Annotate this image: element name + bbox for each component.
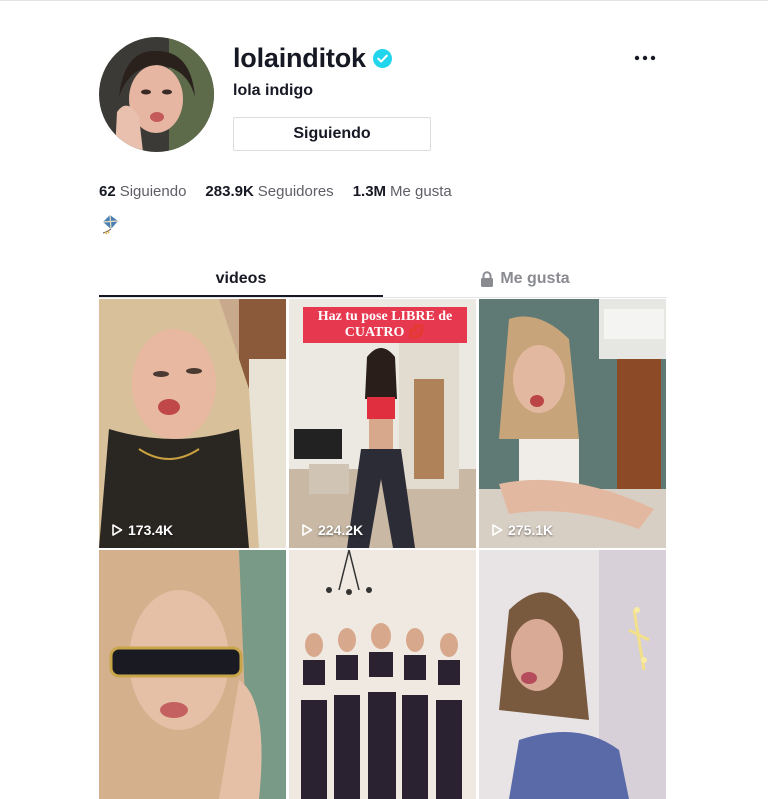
tabs-divider: [99, 297, 667, 298]
video-card[interactable]: [289, 550, 476, 799]
view-count-value: 275.1K: [508, 522, 554, 538]
tab-liked[interactable]: Me gusta: [383, 262, 667, 296]
video-thumbnail: [479, 550, 666, 799]
video-grid: 173.4K Haz tu pose LIBRE de CUATRO 💋 224…: [99, 299, 668, 799]
likes-count: 1.3M Me gusta: [353, 183, 452, 200]
username-row: lolainditok: [233, 40, 392, 76]
lock-icon: [481, 271, 494, 287]
caption-line-1: Haz tu pose LIBRE de: [317, 309, 453, 324]
video-thumbnail: [479, 299, 666, 548]
following-count[interactable]: 62 Siguiendo: [99, 183, 186, 200]
video-card[interactable]: Haz tu pose LIBRE de CUATRO 💋 224.2K: [289, 299, 476, 548]
video-thumbnail: [99, 550, 286, 799]
video-card[interactable]: [99, 550, 286, 799]
followers-label: Seguidores: [257, 183, 334, 200]
tab-videos[interactable]: videos: [99, 262, 383, 296]
followers-value: 283.9K: [205, 183, 254, 200]
display-name: lola indigo: [233, 82, 313, 99]
video-card[interactable]: 275.1K: [479, 299, 666, 548]
video-caption-overlay: Haz tu pose LIBRE de CUATRO 💋: [303, 307, 467, 343]
play-outline-icon: [112, 524, 123, 536]
view-count: 275.1K: [491, 522, 553, 538]
username: lolainditok: [233, 42, 366, 73]
play-outline-icon: [492, 524, 503, 536]
video-card[interactable]: 173.4K: [99, 299, 286, 548]
followers-count[interactable]: 283.9K Seguidores: [205, 183, 333, 200]
video-thumbnail: [289, 550, 476, 799]
more-horizontal-icon: [634, 55, 656, 61]
profile-tabs: videos Me gusta: [99, 262, 667, 298]
view-count: 173.4K: [111, 522, 173, 538]
profile-avatar[interactable]: [99, 37, 214, 152]
view-count-value: 173.4K: [128, 522, 174, 538]
likes-label: Me gusta: [390, 183, 452, 200]
view-count-value: 224.2K: [318, 522, 364, 538]
kite-emoji-icon: [102, 214, 119, 235]
profile-stats: 62 Siguiendo 283.9K Seguidores 1.3M Me gust…: [99, 183, 452, 200]
likes-value: 1.3M: [352, 183, 387, 200]
video-card[interactable]: [479, 550, 666, 799]
avatar-image: [99, 37, 214, 152]
more-options-button[interactable]: [630, 48, 660, 68]
following-label: Siguiendo: [119, 183, 187, 200]
following-value: 62: [99, 183, 116, 200]
top-divider: [0, 0, 768, 1]
play-outline-icon: [302, 524, 313, 536]
verified-badge-icon: [372, 48, 392, 68]
caption-line-2: CUATRO 💋: [344, 325, 426, 340]
view-count: 224.2K: [301, 522, 363, 538]
following-button[interactable]: Siguiendo: [233, 117, 431, 151]
tab-liked-label: Me gusta: [500, 270, 570, 287]
video-thumbnail: [99, 299, 286, 548]
